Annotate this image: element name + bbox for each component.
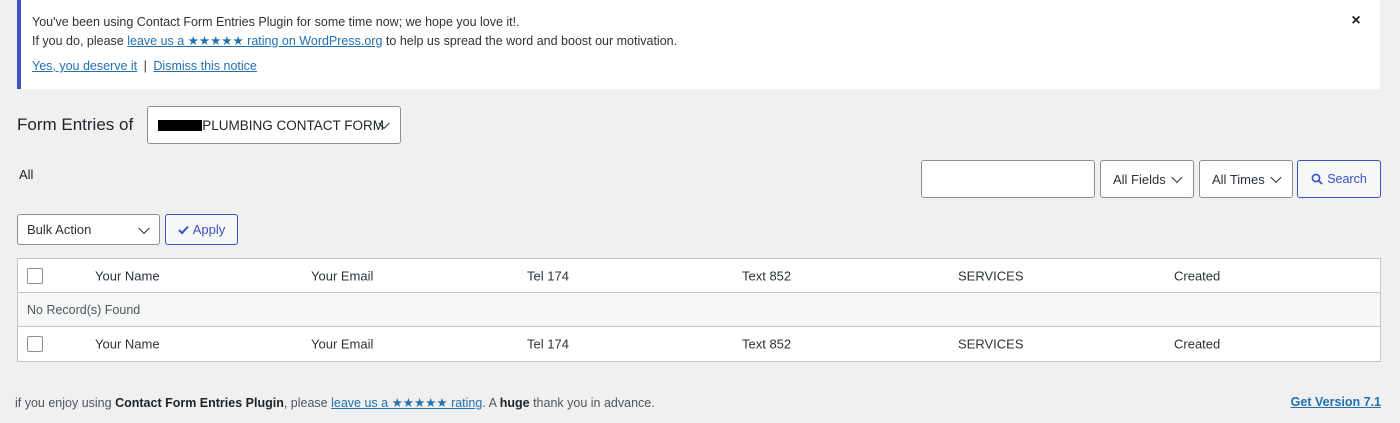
column-footer-created[interactable]: Created	[1174, 337, 1220, 352]
redacted-text	[158, 119, 203, 131]
form-select-value: PLUMBING CONTACT FORM	[202, 117, 384, 133]
chevron-down-icon	[1270, 171, 1282, 184]
column-header-created[interactable]: Created	[1174, 268, 1220, 283]
close-icon[interactable]: ×	[1347, 12, 1365, 30]
footer-text: if you enjoy using Contact Form Entries …	[15, 395, 655, 410]
column-footer-services[interactable]: SERVICES	[958, 337, 1024, 352]
notice-line-1: You've been using Contact Form Entries P…	[32, 15, 520, 29]
footer-suffix: thank you in advance.	[533, 396, 655, 410]
search-icon	[1311, 173, 1323, 185]
notice-line-2-prefix: If you do, please	[32, 34, 124, 48]
table-footer-row: Your Name Your Email Tel 174 Text 852 SE…	[18, 327, 1380, 361]
search-button-label: Search	[1327, 172, 1367, 186]
column-header-services[interactable]: SERVICES	[958, 268, 1024, 283]
apply-button[interactable]: Apply	[165, 214, 238, 245]
no-records-text: No Record(s) Found	[27, 302, 141, 317]
chevron-down-icon	[138, 222, 150, 234]
notice-actions: Yes, you deserve it | Dismiss this notic…	[32, 57, 1380, 76]
times-select-value: All Times	[1212, 171, 1265, 187]
notice-line-2-suffix: to help us spread the word and boost our…	[385, 34, 678, 48]
footer-mid: , please	[283, 396, 328, 410]
fields-select-value: All Fields	[1113, 171, 1166, 187]
review-notice: You've been using Contact Form Entries P…	[17, 0, 1380, 89]
bulk-action-select[interactable]: Bulk Action	[17, 214, 160, 245]
times-select[interactable]: All Times	[1199, 160, 1293, 198]
notice-line-2: If you do, please leave us a ★★★★★ ratin…	[32, 32, 1380, 51]
dismiss-notice-link[interactable]: Dismiss this notice	[153, 59, 257, 73]
notice-separator: |	[143, 59, 147, 73]
check-icon	[178, 225, 189, 234]
footer-plugin-name: Contact Form Entries Plugin	[115, 396, 284, 410]
footer-huge: huge	[499, 396, 530, 410]
footer-rating-link[interactable]: leave us a ★★★★★ rating	[331, 396, 482, 410]
column-footer-name[interactable]: Your Name	[95, 337, 160, 352]
column-footer-text[interactable]: Text 852	[742, 337, 791, 352]
get-version-link[interactable]: Get Version 7.1	[1291, 395, 1381, 409]
table-header-row: Your Name Your Email Tel 174 Text 852 SE…	[18, 259, 1380, 293]
column-header-name[interactable]: Your Name	[95, 268, 160, 283]
search-input[interactable]	[921, 160, 1095, 198]
select-all-checkbox[interactable]	[27, 267, 43, 284]
apply-button-label: Apply	[192, 222, 226, 237]
fields-select[interactable]: All Fields	[1100, 160, 1194, 198]
form-entries-header: Form Entries of PLUMBING CONTACT FORM	[17, 106, 402, 144]
column-footer-tel[interactable]: Tel 174	[527, 337, 569, 352]
table-empty-row: No Record(s) Found	[18, 293, 1380, 327]
search-button[interactable]: Search	[1297, 160, 1381, 198]
rating-link[interactable]: leave us a ★★★★★ rating on WordPress.org	[127, 34, 382, 48]
column-header-text[interactable]: Text 852	[742, 268, 791, 283]
footer-prefix: if you enjoy using	[15, 396, 112, 410]
column-footer-email[interactable]: Your Email	[311, 337, 373, 352]
footer-after-link: . A	[482, 396, 497, 410]
yes-deserve-link[interactable]: Yes, you deserve it	[32, 59, 137, 73]
view-all-link[interactable]: All	[19, 167, 33, 182]
column-header-tel[interactable]: Tel 174	[527, 268, 569, 283]
entries-table: Your Name Your Email Tel 174 Text 852 SE…	[17, 258, 1381, 362]
form-select[interactable]: PLUMBING CONTACT FORM	[147, 106, 402, 144]
select-all-checkbox-footer[interactable]	[27, 336, 43, 352]
bulk-action-value: Bulk Action	[27, 222, 92, 237]
page-title: Form Entries of	[17, 115, 134, 134]
column-header-email[interactable]: Your Email	[311, 268, 373, 283]
chevron-down-icon	[1171, 171, 1183, 184]
